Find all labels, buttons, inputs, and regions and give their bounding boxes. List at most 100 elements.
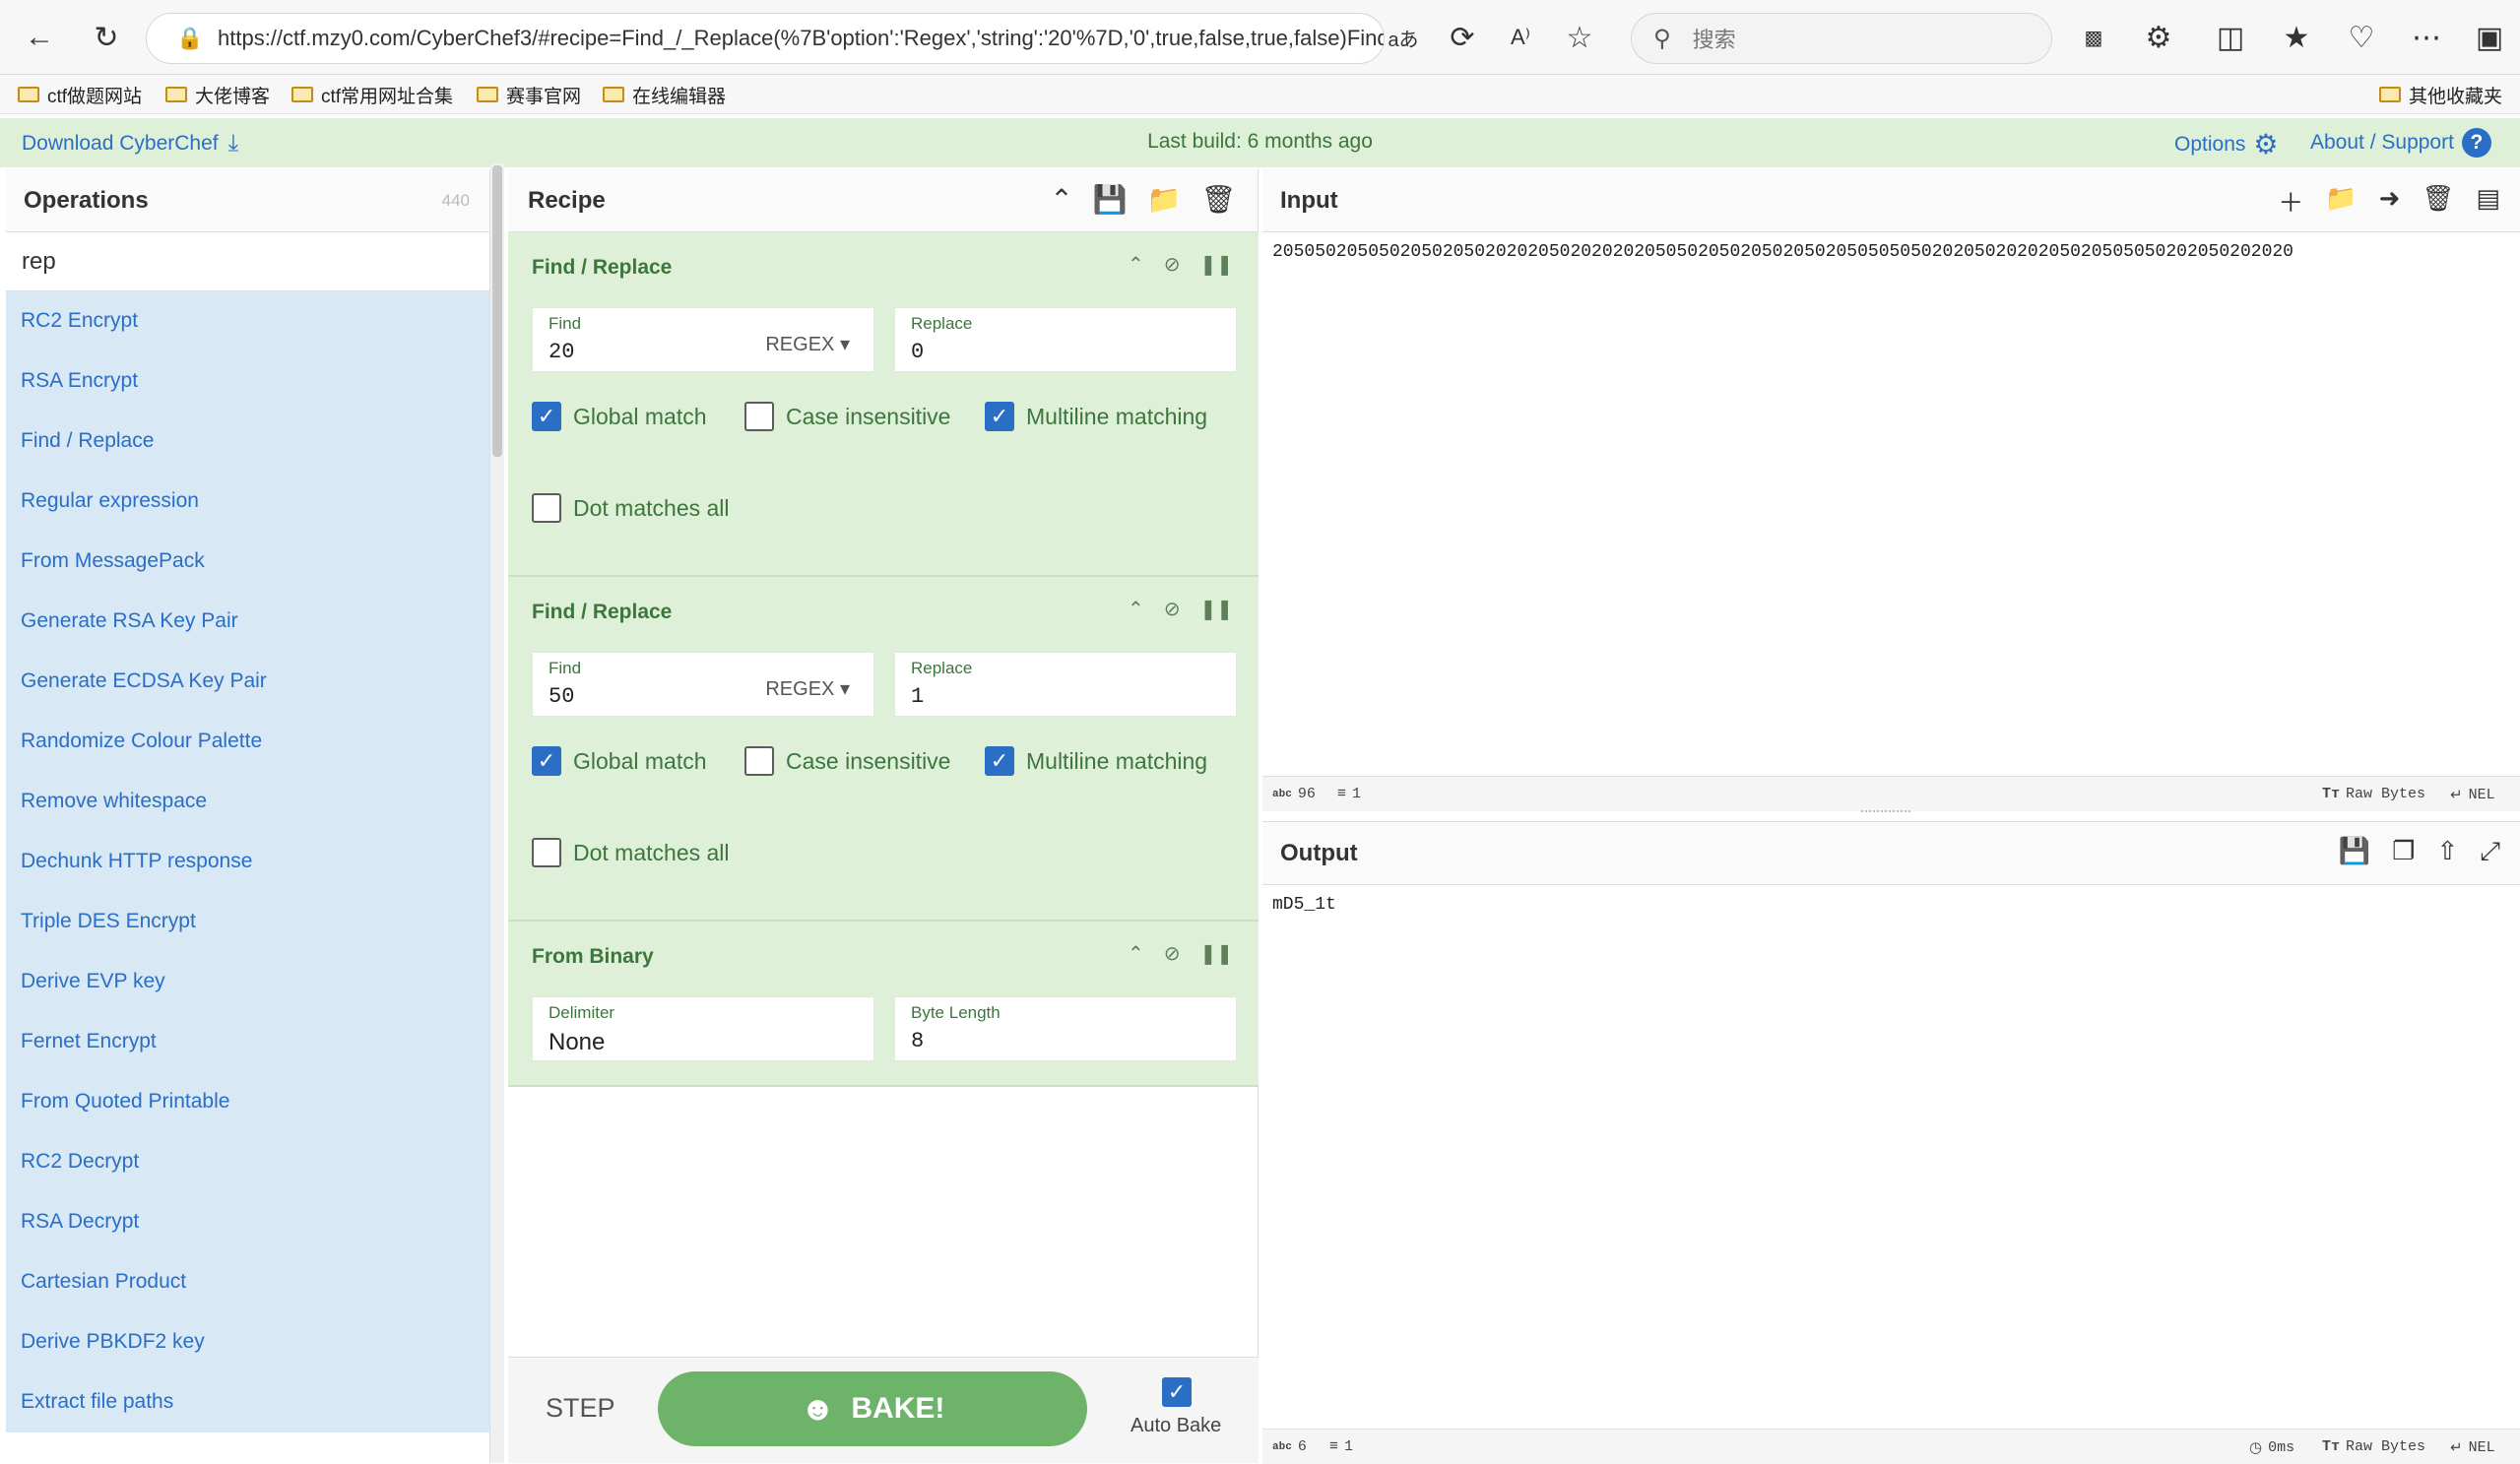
byte-length-field[interactable]: Byte Length 8 <box>894 996 1237 1061</box>
read-aloud-icon[interactable]: A⁾ <box>1501 18 1540 57</box>
options-link[interactable]: Options ⚙ <box>2174 128 2278 160</box>
bookmarks-bar: ctf做题网站 大佬博客 ctf常用网址合集 赛事官网 在线编辑器 其他收藏夹 <box>0 75 2520 114</box>
disable-icon[interactable]: ⊘ <box>1164 941 1181 966</box>
multiline-checkbox[interactable]: ✓ Multiline matching <box>985 746 1207 776</box>
replace-input-icon[interactable]: ⇧ <box>2436 836 2458 867</box>
save-icon[interactable]: 💾 <box>2339 836 2370 867</box>
refresh-icon[interactable]: ↻ <box>87 18 126 57</box>
eol-selector[interactable]: ↵ NEL <box>2450 786 2495 804</box>
layout-icon[interactable]: ▤ <box>2476 183 2500 220</box>
lines-icon: ≡ <box>1337 786 1347 802</box>
copy-icon[interactable]: ❐ <box>2392 836 2415 867</box>
chevron-up-icon[interactable]: ⌃ <box>1128 597 1144 621</box>
operation-item[interactable]: Randomize Colour Palette <box>6 712 489 772</box>
delimiter-dropdown[interactable]: Delimiter None <box>532 996 874 1061</box>
find-field[interactable]: Find 20 REGEX ▾ <box>532 307 874 372</box>
puzzle-icon[interactable]: ⚙ <box>2139 18 2178 57</box>
operation-item[interactable]: Cartesian Product <box>6 1252 489 1312</box>
operation-item[interactable]: Derive PBKDF2 key <box>6 1312 489 1372</box>
more-menu-icon[interactable]: ⋯ <box>2407 18 2446 57</box>
lines-icon: ≡ <box>1329 1438 1339 1455</box>
trash-icon[interactable]: 🗑 <box>1200 183 1236 216</box>
case-insensitive-checkbox[interactable]: Case insensitive <box>744 746 950 776</box>
bookmark-folder[interactable]: ctf常用网址合集 <box>291 81 453 108</box>
bookmark-folder[interactable]: 在线编辑器 <box>603 81 726 108</box>
browser-essentials-icon[interactable]: ♡ <box>2342 18 2381 57</box>
eol-selector[interactable]: ↵ NEL <box>2450 1438 2495 1457</box>
operation-item[interactable]: Dechunk HTTP response <box>6 832 489 892</box>
operation-item[interactable]: Find / Replace <box>6 412 489 472</box>
favorite-star-icon[interactable]: ☆ <box>1560 18 1599 57</box>
pause-icon[interactable]: ❚❚ <box>1199 252 1233 277</box>
replace-field[interactable]: Replace 0 <box>894 307 1237 372</box>
find-field[interactable]: Find 50 REGEX ▾ <box>532 652 874 717</box>
translate-icon[interactable]: aあ <box>1384 18 1423 57</box>
input-textarea[interactable]: 2050502050502050205020202050202020205050… <box>1272 242 2294 262</box>
operation-item[interactable]: Extract file paths <box>6 1372 489 1432</box>
gear-icon: ⚙ <box>2253 129 2279 159</box>
operations-scrollbar-thumb[interactable] <box>492 165 502 457</box>
maximize-icon[interactable]: ⤢ <box>2480 836 2500 867</box>
folder-icon <box>603 87 624 102</box>
case-insensitive-checkbox[interactable]: Case insensitive <box>744 402 950 431</box>
other-bookmarks-folder[interactable]: 其他收藏夹 <box>2379 81 2502 108</box>
address-bar[interactable]: 🔒 https://ctf.mzy0.com/CyberChef3/#recip… <box>146 13 1385 64</box>
step-button[interactable]: STEP <box>546 1393 615 1424</box>
operation-item[interactable]: Remove whitespace <box>6 772 489 832</box>
operation-item[interactable]: Generate RSA Key Pair <box>6 592 489 652</box>
checkmark-icon: ✓ <box>532 402 561 431</box>
bookmark-folder[interactable]: 赛事官网 <box>477 81 581 108</box>
auto-bake-checkbox[interactable]: ✓ <box>1162 1377 1192 1407</box>
operations-search-input[interactable] <box>6 232 489 291</box>
global-match-checkbox[interactable]: ✓ Global match <box>532 402 707 431</box>
bookmark-folder[interactable]: ctf做题网站 <box>18 81 142 108</box>
folder-open-icon[interactable]: 📁 <box>1147 183 1182 216</box>
dot-all-checkbox[interactable]: Dot matches all <box>532 493 730 523</box>
bake-button[interactable]: ☻ BAKE! <box>658 1371 1087 1446</box>
disable-icon[interactable]: ⊘ <box>1164 597 1181 621</box>
back-icon[interactable]: ← <box>20 18 59 57</box>
sidebar-toggle-icon[interactable]: ▣ <box>2470 18 2509 57</box>
global-match-checkbox[interactable]: ✓ Global match <box>532 746 707 776</box>
operation-item[interactable]: Derive EVP key <box>6 952 489 1012</box>
replace-field[interactable]: Replace 1 <box>894 652 1237 717</box>
operation-item[interactable]: Fernet Encrypt <box>6 1012 489 1072</box>
operation-item[interactable]: From MessagePack <box>6 532 489 592</box>
cyberchef-banner: Last build: 6 months ago Download CyberC… <box>0 118 2520 167</box>
about-support-link[interactable]: About / Support ? <box>2310 128 2491 158</box>
multiline-checkbox[interactable]: ✓ Multiline matching <box>985 402 1207 431</box>
collections-icon[interactable]: ★ <box>2277 18 2316 57</box>
operation-item[interactable]: Triple DES Encrypt <box>6 892 489 952</box>
split-screen-icon[interactable]: ◫ <box>2211 18 2250 57</box>
operation-item[interactable]: RC2 Decrypt <box>6 1132 489 1192</box>
save-icon[interactable]: 💾 <box>1093 183 1128 216</box>
find-mode-dropdown[interactable]: REGEX ▾ <box>765 332 850 356</box>
encoding-selector[interactable]: Tт Raw Bytes <box>2322 1438 2425 1455</box>
panel-resize-handle[interactable] <box>1861 810 1910 815</box>
open-file-icon[interactable]: ➜ <box>2379 183 2401 220</box>
dot-all-checkbox[interactable]: Dot matches all <box>532 838 730 867</box>
browser-search-input[interactable]: ⚲ 搜索 <box>1631 13 2052 64</box>
add-tab-icon[interactable]: ＋ <box>2278 183 2303 220</box>
disable-icon[interactable]: ⊘ <box>1164 252 1181 277</box>
pause-icon[interactable]: ❚❚ <box>1199 941 1233 966</box>
chevron-up-icon[interactable]: ⌃ <box>1050 183 1072 216</box>
operation-item[interactable]: RSA Encrypt <box>6 351 489 412</box>
download-cyberchef-link[interactable]: Download CyberChef ⤓ <box>22 130 238 158</box>
bookmark-folder[interactable]: 大佬博客 <box>165 81 270 108</box>
operation-item[interactable]: RSA Decrypt <box>6 1192 489 1252</box>
chevron-up-icon[interactable]: ⌃ <box>1128 941 1144 966</box>
pause-icon[interactable]: ❚❚ <box>1199 597 1233 621</box>
open-folder-icon[interactable]: 📁 <box>2325 183 2357 220</box>
trash-icon[interactable]: 🗑 <box>2422 183 2454 220</box>
encoding-selector[interactable]: Tт Raw Bytes <box>2322 786 2425 802</box>
operation-item[interactable]: Regular expression <box>6 472 489 532</box>
chevron-up-icon[interactable]: ⌃ <box>1128 252 1144 277</box>
operation-item[interactable]: From Quoted Printable <box>6 1072 489 1132</box>
operation-item[interactable]: RC2 Encrypt <box>6 291 489 351</box>
output-text[interactable]: mD5_1t <box>1272 895 1336 915</box>
sync-icon[interactable]: ⟳ <box>1443 18 1482 57</box>
extension-icon[interactable]: ▩ <box>2074 18 2113 57</box>
find-mode-dropdown[interactable]: REGEX ▾ <box>765 676 850 701</box>
operation-item[interactable]: Generate ECDSA Key Pair <box>6 652 489 712</box>
